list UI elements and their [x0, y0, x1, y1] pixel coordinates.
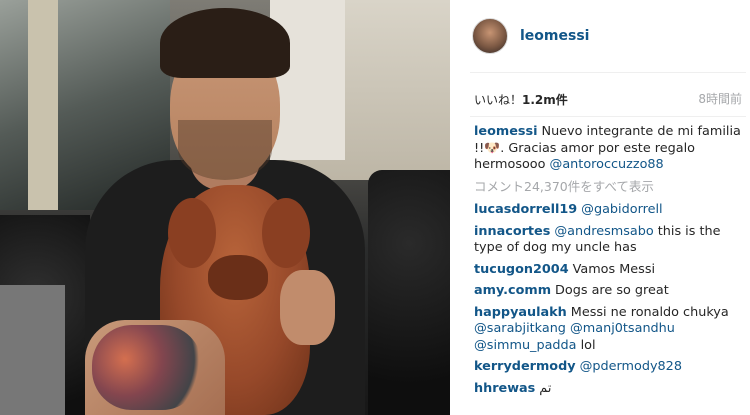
caption: leomessi Nuevo integrante de mi familia !…	[474, 124, 746, 174]
header-username[interactable]: leomessi	[520, 28, 589, 44]
caption-username[interactable]: leomessi	[474, 124, 538, 139]
likes-row: いいね！1.2m件 8時間前	[474, 88, 746, 108]
likes-divider	[470, 116, 746, 117]
likes-summary[interactable]: いいね！1.2m件	[474, 89, 568, 108]
likes-label: いいね！	[474, 92, 523, 107]
comment-mention[interactable]: @manj0tsandhu	[570, 321, 675, 336]
comment-username[interactable]: lucasdorrell19	[474, 202, 577, 217]
comment-username[interactable]: innacortes	[474, 224, 550, 239]
background-window-frame	[28, 0, 58, 210]
comment-mention[interactable]: @sarabjitkang	[474, 321, 566, 336]
post-header: leomessi	[450, 0, 750, 72]
comments-list: leomessi Nuevo integrante de mi familia !…	[474, 124, 746, 402]
comment-mention[interactable]: @pdermody828	[580, 359, 682, 374]
comment-item: amy.comm Dogs are so great	[474, 283, 746, 300]
comment-item: lucasdorrell19 @gabidorrell	[474, 202, 746, 219]
comment-mention[interactable]: @gabidorrell	[581, 202, 662, 217]
post-sidebar: leomessi いいね！1.2m件 8時間前 leomessi Nuevo in…	[450, 0, 750, 415]
comment-mention[interactable]: @simmu_padda	[474, 338, 577, 353]
comment-text-fragment: lol	[576, 337, 596, 353]
comment-item: happyaulakh Messi ne ronaldo chukya @sara…	[474, 305, 746, 355]
comment-text-fragment: Messi ne ronaldo chukya	[570, 304, 729, 320]
arm-tattoo	[92, 325, 202, 410]
person-hair	[160, 8, 290, 78]
puppy-ear-right	[262, 198, 310, 268]
comment-username[interactable]: happyaulakh	[474, 305, 567, 320]
sofa-right	[368, 170, 450, 415]
comment-item: tucugon2004 Vamos Messi	[474, 262, 746, 279]
comment-username[interactable]: tucugon2004	[474, 262, 569, 277]
caption-mention[interactable]: @antoroccuzzo88	[550, 157, 664, 172]
header-divider	[470, 72, 746, 73]
comment-username[interactable]: hhrewas	[474, 381, 535, 396]
comment-username[interactable]: amy.comm	[474, 283, 551, 298]
comment-item: hhrewas تم	[474, 381, 746, 398]
post-photo[interactable]	[0, 0, 450, 415]
table-left	[0, 285, 65, 415]
background-shelf	[270, 0, 345, 160]
puppy-ear-left	[168, 198, 216, 268]
comment-text: Vamos Messi	[572, 261, 656, 277]
person-hand-right	[280, 270, 335, 345]
comment-item: innacortes @andresmsabo this is the type …	[474, 224, 746, 257]
comment-username[interactable]: kerrydermody	[474, 359, 576, 374]
puppy-muzzle	[208, 255, 268, 300]
comment-text: تم	[539, 380, 552, 396]
post-timestamp[interactable]: 8時間前	[698, 90, 746, 107]
person-beard	[178, 120, 272, 180]
comment-mention[interactable]: @andresmsabo	[554, 224, 653, 239]
profile-avatar[interactable]	[472, 18, 508, 54]
comment-text: Dogs are so great	[555, 283, 669, 298]
comment-item: kerrydermody @pdermody828	[474, 359, 746, 376]
likes-count: 1.2m件	[522, 92, 568, 107]
view-all-comments-link[interactable]: コメント24,370件をすべて表示	[474, 179, 746, 196]
